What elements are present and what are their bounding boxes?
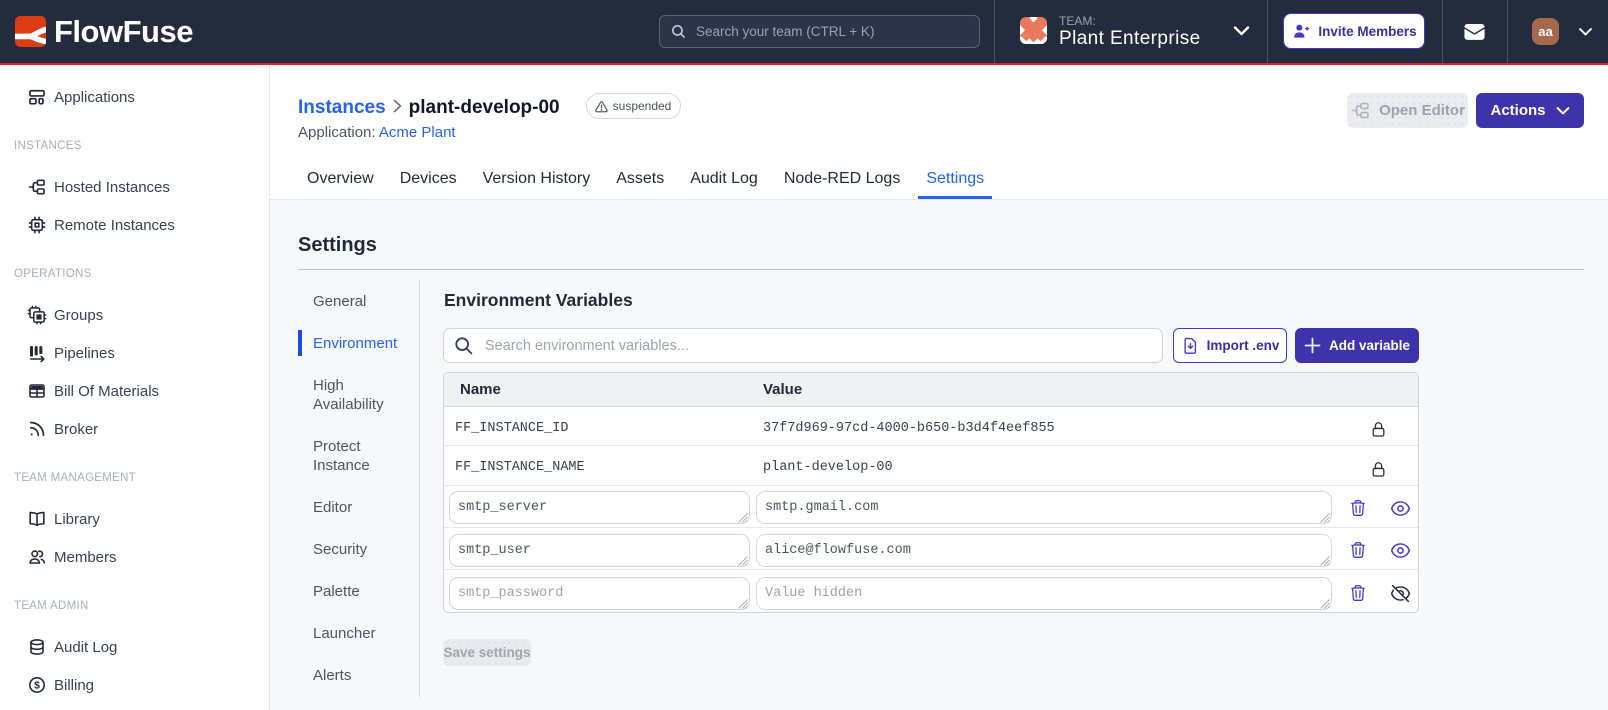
svg-text:$: $ xyxy=(34,681,40,692)
